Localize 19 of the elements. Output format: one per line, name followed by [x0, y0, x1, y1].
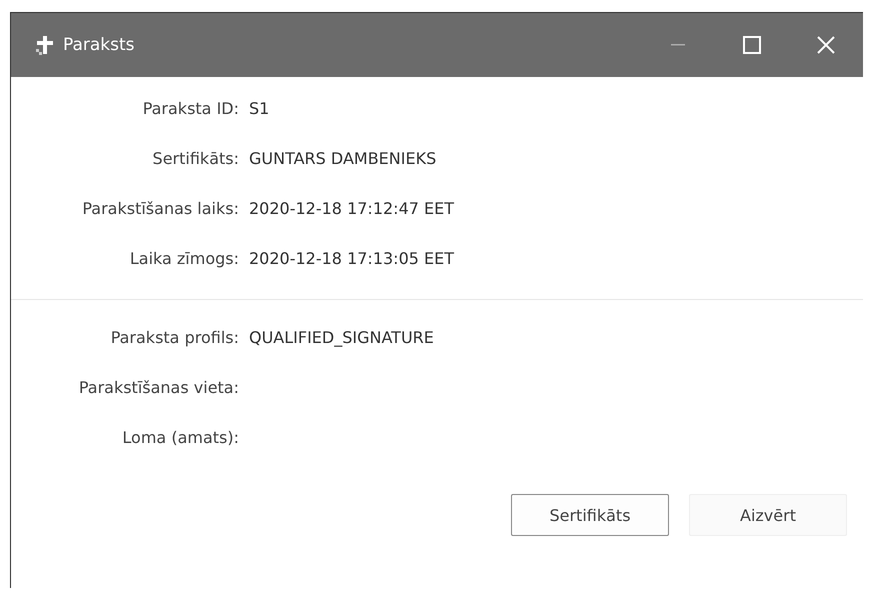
field-label: Paraksta ID: — [142, 99, 239, 118]
field-value: 2020-12-18 17:13:05 EET — [249, 249, 456, 268]
field-value: 2020-12-18 17:12:47 EET — [249, 199, 456, 218]
close-dialog-button[interactable]: Aizvērt — [689, 494, 847, 536]
certificate-button[interactable]: Sertifikāts — [511, 494, 669, 536]
window-title: Paraksts — [63, 35, 136, 55]
app-icon — [35, 34, 55, 56]
field-label: Parakstīšanas laiks: — [81, 199, 239, 218]
maximize-icon — [743, 36, 761, 54]
field-label: Sertifikāts: — [152, 149, 239, 168]
close-icon — [817, 36, 835, 54]
field-value: S1 — [249, 99, 270, 118]
field-value: QUALIFIED_SIGNATURE — [249, 328, 435, 347]
field-label: Laika zīmogs: — [128, 249, 239, 268]
field-label: Loma (amats): — [121, 428, 239, 447]
field-label: Parakstīšanas vieta: — [78, 378, 239, 397]
field-label: Paraksta profils: — [110, 328, 239, 347]
field-value: GUNTARS DAMBENIEKS — [249, 149, 438, 168]
minimize-icon — [671, 44, 685, 46]
